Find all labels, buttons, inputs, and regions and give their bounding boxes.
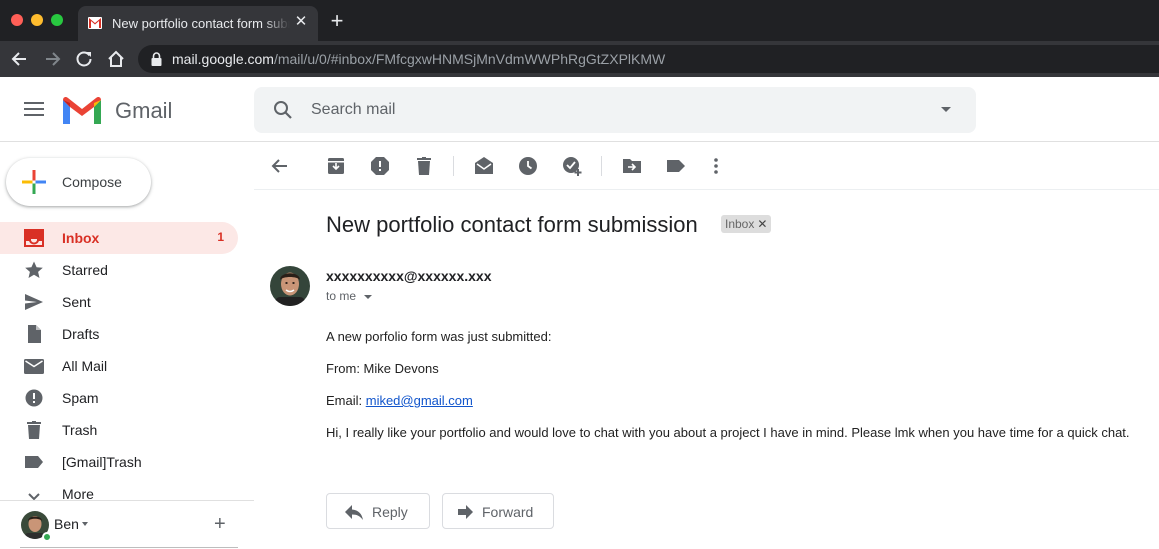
browser-forward-icon[interactable] bbox=[42, 49, 62, 69]
sidebar-item-sent[interactable]: Sent bbox=[0, 286, 238, 318]
tab-close-icon[interactable]: ✕ bbox=[293, 14, 309, 30]
archive-icon[interactable] bbox=[326, 156, 346, 176]
star-icon bbox=[25, 261, 43, 278]
spam-icon bbox=[25, 389, 43, 407]
sidebar-item-label: Sent bbox=[62, 294, 91, 310]
delete-icon[interactable] bbox=[414, 156, 434, 176]
back-icon[interactable] bbox=[270, 156, 290, 176]
gmail-logo-icon[interactable] bbox=[63, 97, 101, 124]
browser-toolbar: mail.google.com/mail/u/0/#inbox/FMfcgxwH… bbox=[0, 41, 1159, 77]
address-bar[interactable]: mail.google.com/mail/u/0/#inbox/FMfcgxwH… bbox=[138, 45, 1159, 73]
status-dropdown-icon[interactable] bbox=[82, 522, 88, 526]
trash-icon bbox=[27, 421, 41, 439]
minimize-window-button[interactable] bbox=[31, 14, 43, 26]
body-email: Email: miked@gmail.com bbox=[326, 393, 473, 408]
compose-plus-icon bbox=[22, 170, 46, 194]
body-intro: A new porfolio form was just submitted: bbox=[326, 329, 552, 344]
url-text: mail.google.com/mail/u/0/#inbox/FMfcgxwH… bbox=[172, 51, 666, 67]
divider bbox=[20, 547, 238, 548]
sidebar-item-trash[interactable]: Trash bbox=[0, 414, 238, 446]
new-conversation-icon[interactable]: + bbox=[214, 514, 226, 534]
label-icon bbox=[25, 456, 43, 468]
reload-icon[interactable] bbox=[74, 49, 94, 69]
sidebar-item-spam[interactable]: Spam bbox=[0, 382, 238, 414]
sidebar-item-label: [Gmail]Trash bbox=[62, 454, 142, 470]
sidebar-item-drafts[interactable]: Drafts bbox=[0, 318, 238, 350]
send-icon bbox=[25, 294, 43, 310]
compose-button[interactable]: Compose bbox=[6, 158, 151, 206]
forward-icon bbox=[458, 505, 473, 519]
message-toolbar bbox=[254, 142, 1159, 190]
email-subject: New portfolio contact form submission bbox=[326, 212, 698, 237]
add-to-tasks-icon[interactable] bbox=[562, 156, 582, 176]
home-icon[interactable] bbox=[106, 49, 126, 69]
reply-icon bbox=[345, 505, 363, 520]
lock-icon bbox=[151, 52, 162, 66]
online-status-icon bbox=[42, 532, 52, 542]
reply-button[interactable]: Reply bbox=[326, 493, 430, 529]
recipient-label: to me bbox=[326, 289, 357, 303]
body-from: From: Mike Devons bbox=[326, 361, 439, 376]
sidebar-item-inbox[interactable]: Inbox 1 bbox=[0, 222, 238, 254]
gmail-favicon-icon bbox=[88, 17, 102, 29]
toolbar-divider bbox=[453, 156, 454, 176]
draft-icon bbox=[28, 325, 41, 343]
browser-back-icon[interactable] bbox=[10, 49, 30, 69]
report-spam-icon[interactable] bbox=[370, 156, 390, 176]
gmail-wordmark: Gmail bbox=[115, 98, 173, 123]
toolbar-divider bbox=[601, 156, 602, 176]
forward-label: Forward bbox=[482, 504, 534, 520]
inbox-label-chip[interactable]: Inbox ✕ bbox=[721, 215, 772, 233]
search-input[interactable] bbox=[311, 100, 911, 120]
reply-label: Reply bbox=[372, 504, 408, 520]
browser-tab-bar: New portfolio contact form submission ✕ … bbox=[0, 0, 1159, 41]
remove-label-icon[interactable]: ✕ bbox=[757, 217, 767, 231]
search-options-icon[interactable] bbox=[941, 107, 951, 112]
forward-button[interactable]: Forward bbox=[442, 493, 554, 529]
unread-count-badge: 1 bbox=[217, 230, 224, 244]
maximize-window-button[interactable] bbox=[51, 14, 63, 26]
sidebar-item-label: Inbox bbox=[62, 230, 100, 246]
mark-unread-icon[interactable] bbox=[474, 156, 494, 176]
mail-icon bbox=[24, 359, 44, 374]
sidebar-item-label: Trash bbox=[62, 422, 98, 438]
close-window-button[interactable] bbox=[11, 14, 23, 26]
sidebar-item-label: All Mail bbox=[62, 358, 108, 374]
search-bar[interactable] bbox=[254, 87, 976, 133]
main-menu-icon[interactable] bbox=[24, 101, 44, 117]
body-message: Hi, I really like your portfolio and wou… bbox=[326, 425, 1130, 440]
tab-title: New portfolio contact form submission bbox=[112, 16, 290, 31]
inbox-icon bbox=[24, 229, 44, 247]
browser-tab[interactable]: New portfolio contact form submission ✕ bbox=[78, 6, 318, 41]
move-to-icon[interactable] bbox=[622, 156, 642, 176]
email-link[interactable]: miked@gmail.com bbox=[366, 393, 473, 408]
search-icon[interactable] bbox=[273, 100, 293, 120]
snooze-icon[interactable] bbox=[518, 156, 538, 176]
label-chip-text: Inbox bbox=[725, 217, 755, 231]
sidebar-item-all-mail[interactable]: All Mail bbox=[0, 350, 238, 382]
more-icon[interactable] bbox=[706, 156, 726, 176]
sender-email[interactable]: xxxxxxxxxx@xxxxxx.xxx bbox=[326, 268, 491, 284]
hangouts-user-name[interactable]: Ben bbox=[54, 516, 79, 532]
sidebar-item-label: Starred bbox=[62, 262, 108, 278]
labels-icon[interactable] bbox=[666, 156, 686, 176]
sidebar-item-label: Spam bbox=[62, 390, 99, 406]
sidebar-item-starred[interactable]: Starred bbox=[0, 254, 238, 286]
hangouts-panel: Ben + bbox=[0, 500, 254, 549]
compose-label: Compose bbox=[62, 174, 122, 190]
sidebar-item-gmail-trash[interactable]: [Gmail]Trash bbox=[0, 446, 238, 478]
sidebar-item-label: Drafts bbox=[62, 326, 100, 342]
show-details-icon[interactable] bbox=[364, 295, 372, 299]
new-tab-icon[interactable]: + bbox=[328, 10, 346, 32]
sender-avatar[interactable] bbox=[270, 266, 310, 306]
gmail-header: Gmail bbox=[0, 77, 1159, 142]
